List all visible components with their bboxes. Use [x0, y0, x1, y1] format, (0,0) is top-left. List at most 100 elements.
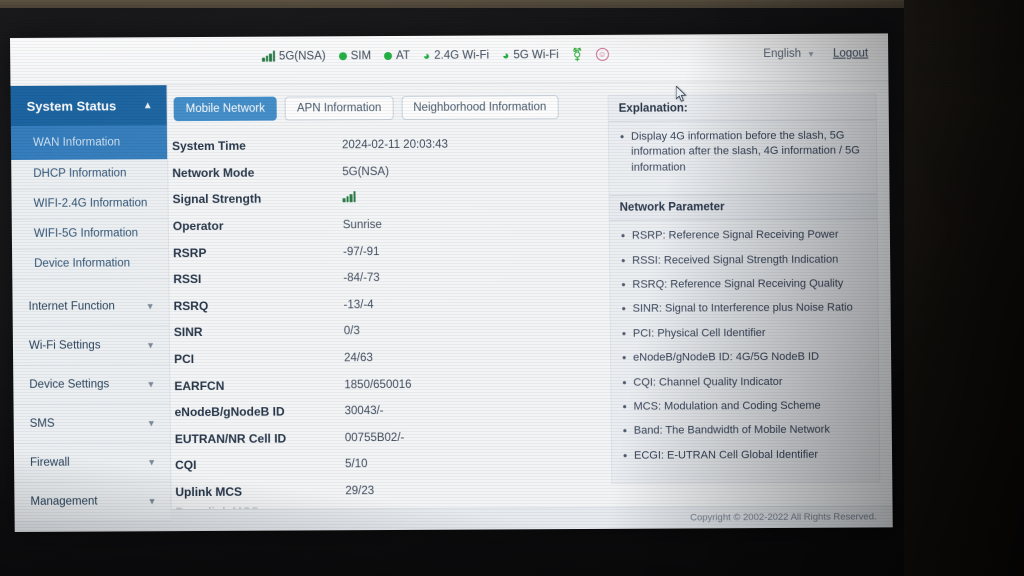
- table-row: Network Mode 5G(NSA): [172, 158, 594, 187]
- chevron-down-icon: ▼: [146, 418, 156, 429]
- sidebar-item-label: Wi-Fi Settings: [28, 339, 101, 352]
- row-label: EARFCN: [174, 378, 225, 393]
- network-info-table: System Time 2024-02-11 20:03:43 Network …: [168, 131, 604, 509]
- list-item: RSSI: Received Signal Strength Indicatio…: [620, 252, 867, 269]
- signal-bars-icon: [342, 191, 356, 203]
- status-network-mode: 5G(NSA): [261, 49, 326, 63]
- sidebar-item-label: WIFI-2.4G Information: [33, 197, 148, 211]
- row-value: 5/10: [345, 458, 368, 471]
- table-row: RSSI -84/-73: [173, 264, 595, 293]
- sidebar-item-label: DHCP Information: [33, 167, 127, 181]
- explanation-notes: Display 4G information before the slash,…: [609, 120, 877, 195]
- wifi-icon: ◕: [502, 47, 510, 62]
- background-right: [904, 0, 1024, 576]
- sidebar-item-label: Firewall: [30, 456, 70, 469]
- row-value: 00755B02/-: [344, 431, 405, 445]
- sidebar-item-device-information[interactable]: Device Information: [12, 249, 169, 280]
- sidebar-item-dhcp-information[interactable]: DHCP Information: [11, 159, 168, 190]
- network-parameter-heading: Network Parameter: [609, 193, 877, 222]
- sidebar-item-label: Internet Function: [28, 300, 115, 313]
- chevron-down-icon: ▼: [147, 496, 157, 507]
- explanation-column: Explanation: Display 4G information befo…: [599, 81, 892, 506]
- row-label: Downlink MCS: [175, 505, 345, 509]
- tab-neighborhood-information[interactable]: Neighborhood Information: [401, 95, 559, 120]
- chevron-down-icon: ▼: [145, 301, 155, 312]
- network-parameter-list: RSRP: Reference Signal Receiving Power R…: [610, 220, 880, 483]
- sidebar-section-system-status[interactable]: System Status ▲: [10, 85, 167, 126]
- row-label: RSRP: [173, 245, 207, 260]
- list-item: SINR: Signal to Interference plus Noise …: [621, 301, 868, 318]
- list-item: CQI: Channel Quality Indicator: [621, 374, 868, 391]
- row-value: 1850/650016: [344, 378, 412, 391]
- explanation-heading: Explanation:: [608, 94, 876, 122]
- row-label: eNodeB/gNodeB ID: [174, 404, 285, 420]
- mobile-network-panel: Mobile Network APN Information Neighborh…: [167, 83, 603, 509]
- status-operator: AT: [384, 49, 410, 61]
- list-item: Display 4G information before the slash,…: [619, 129, 866, 176]
- list-item: Band: The Bandwidth of Mobile Network: [622, 423, 869, 440]
- status-sim-label: SIM: [350, 49, 372, 62]
- sidebar-item-firewall[interactable]: Firewall ▼: [13, 443, 171, 483]
- row-value: 30043/-: [344, 405, 384, 418]
- sidebar-item-wifi-settings[interactable]: Wi-Fi Settings ▼: [12, 326, 170, 366]
- status-dot-icon: [384, 51, 393, 60]
- row-label: CQI: [175, 458, 197, 473]
- tab-mobile-network[interactable]: Mobile Network: [173, 96, 278, 122]
- status-wifi-24g: ◕ 2.4G Wi-Fi: [422, 48, 490, 63]
- laptop-screen-photo: 5G(NSA) SIM AT ◕ 2.4G Wi-Fi ◕ 5G Wi-Fi ⚧…: [0, 0, 1024, 576]
- usb-plug-icon: ⚧: [571, 47, 583, 63]
- tab-apn-information[interactable]: APN Information: [284, 95, 394, 121]
- sidebar-item-wifi-24g-information[interactable]: WIFI-2.4G Information: [11, 189, 168, 220]
- row-label: System Time: [171, 139, 246, 154]
- row-label: Signal Strength: [172, 192, 262, 207]
- sidebar-item-label: SMS: [29, 417, 55, 430]
- sidebar-item-label: Device Information: [34, 257, 131, 271]
- main-content: Mobile Network APN Information Neighborh…: [167, 81, 893, 510]
- list-item: RSRQ: Reference Signal Receiving Quality: [620, 276, 867, 293]
- sidebar-item-sms[interactable]: SMS ▼: [13, 404, 170, 444]
- list-item: MCS: Modulation and Coding Scheme: [622, 398, 869, 415]
- list-item: ECGI: E-UTRAN Cell Global Identifier: [622, 447, 869, 464]
- row-value: 2024-02-11 20:03:43: [341, 139, 449, 152]
- logout-link[interactable]: Logout: [833, 48, 868, 60]
- sidebar-item-internet-function[interactable]: Internet Function ▼: [12, 287, 169, 327]
- row-label: RSSI: [173, 272, 202, 287]
- signal-bars-icon: [261, 50, 276, 62]
- tab-bar: Mobile Network APN Information Neighborh…: [168, 95, 600, 122]
- chevron-down-icon: ▼: [146, 379, 156, 390]
- top-status-bar: 5G(NSA) SIM AT ◕ 2.4G Wi-Fi ◕ 5G Wi-Fi ⚧…: [10, 33, 889, 86]
- sidebar-item-wifi-5g-information[interactable]: WIFI-5G Information: [11, 219, 169, 250]
- sidebar-item-wan-information[interactable]: WAN Information: [10, 125, 168, 160]
- router-admin-page: 5G(NSA) SIM AT ◕ 2.4G Wi-Fi ◕ 5G Wi-Fi ⚧…: [10, 33, 893, 532]
- row-value: -97/-91: [343, 245, 380, 258]
- chevron-down-icon: ▼: [807, 49, 816, 59]
- chevron-down-icon: ▼: [145, 340, 156, 351]
- row-label: EUTRAN/NR Cell ID: [174, 431, 287, 446]
- row-label: PCI: [174, 352, 195, 367]
- header-actions: English ▼ Logout: [763, 48, 868, 61]
- row-label: Network Mode: [172, 165, 255, 181]
- copyright-text: Copyright © 2002-2022 All Rights Reserve…: [690, 511, 877, 524]
- row-value: Sunrise: [342, 219, 382, 232]
- status-wifi24-label: 2.4G Wi-Fi: [434, 48, 490, 62]
- wifi-icon: ◕: [422, 48, 431, 63]
- page-body: System Status ▲ WAN Information DHCP Inf…: [10, 81, 893, 522]
- row-label: Uplink MCS: [175, 484, 243, 500]
- status-operator-label: AT: [396, 49, 410, 62]
- language-selector[interactable]: English ▼: [763, 48, 815, 60]
- status-wifi-5g: ◕ 5G Wi-Fi: [502, 47, 559, 62]
- status-network-label: 5G(NSA): [278, 49, 326, 63]
- table-row: PCI 24/63: [174, 344, 596, 373]
- sidebar-item-label: WIFI-5G Information: [33, 227, 139, 241]
- sidebar-item-label: Management: [30, 495, 98, 508]
- sidebar-item-management[interactable]: Management ▼: [14, 482, 171, 522]
- list-item: eNodeB/gNodeB ID: 4G/5G NodeB ID: [621, 350, 868, 367]
- sidebar: System Status ▲ WAN Information DHCP Inf…: [10, 85, 172, 522]
- chevron-down-icon: ▼: [147, 457, 157, 468]
- table-row: Operator Sunrise: [173, 211, 595, 240]
- table-row: RSRQ -13/-4: [173, 290, 595, 319]
- sidebar-item-device-settings[interactable]: Device Settings ▼: [13, 365, 170, 405]
- list-item: PCI: Physical Cell Identifier: [621, 325, 868, 342]
- status-sim: SIM: [338, 49, 372, 62]
- sidebar-item-label: WAN Information: [32, 136, 121, 149]
